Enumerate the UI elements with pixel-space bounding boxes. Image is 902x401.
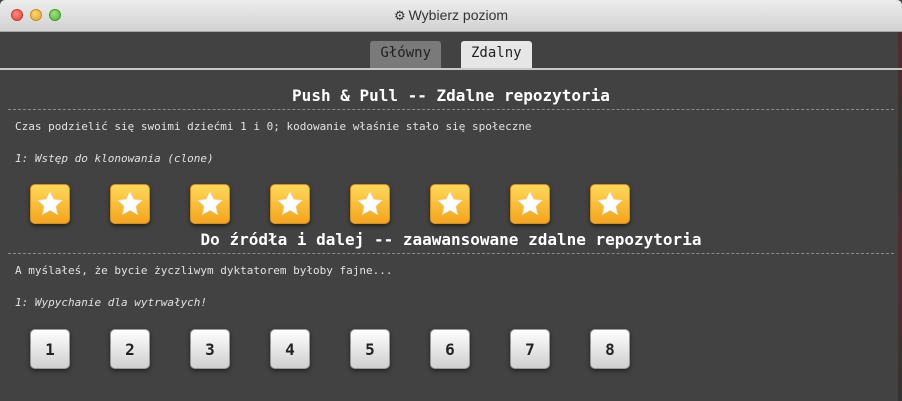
level-button-2[interactable]: 2 (110, 329, 150, 369)
section-subtitle: 1: Wypychanie dla wytrwałych! (15, 296, 208, 309)
star-icon (277, 191, 303, 215)
level-row-numbers: 12345678 (8, 309, 894, 369)
window-edge (898, 32, 902, 401)
star-icon (517, 191, 543, 215)
section-advanced-remote: Do źródła i dalej -- zaawansowane zdalne… (0, 226, 902, 369)
section-push-pull: Push & Pull -- Zdalne repozytoria Czas p… (0, 70, 902, 226)
level-button-star[interactable] (510, 184, 550, 224)
level-button-1[interactable]: 1 (30, 329, 70, 369)
star-icon (437, 191, 463, 215)
level-button-star[interactable] (350, 184, 390, 224)
level-button-star[interactable] (30, 184, 70, 224)
level-button-star[interactable] (270, 184, 310, 224)
level-button-8[interactable]: 8 (590, 329, 630, 369)
level-button-4[interactable]: 4 (270, 329, 310, 369)
level-row-stars (8, 165, 894, 226)
section-subtitle: 1: Wstęp do klonowania (clone) (15, 152, 214, 165)
level-button-star[interactable] (430, 184, 470, 224)
level-button-3[interactable]: 3 (190, 329, 230, 369)
level-select-window: ⚙ Wybierz poziom Główny Zdalny Push & Pul… (0, 0, 902, 401)
window-title: ⚙ Wybierz poziom (393, 7, 509, 23)
star-icon (597, 191, 623, 215)
section-title: Push & Pull -- Zdalne repozytoria (292, 86, 610, 105)
level-button-5[interactable]: 5 (350, 329, 390, 369)
section-description: A myślałeś, że bycie życzliwym dyktatore… (15, 264, 393, 277)
star-icon (37, 191, 63, 215)
level-button-star[interactable] (190, 184, 230, 224)
gear-icon: ⚙ (393, 8, 406, 23)
star-icon (357, 191, 383, 215)
star-icon (117, 191, 143, 215)
tab-remote[interactable]: Zdalny (461, 41, 532, 68)
level-button-star[interactable] (590, 184, 630, 224)
star-icon (197, 191, 223, 215)
section-title: Do źródła i dalej -- zaawansowane zdalne… (200, 230, 702, 249)
tab-main[interactable]: Główny (370, 41, 441, 68)
level-button-7[interactable]: 7 (510, 329, 550, 369)
level-button-6[interactable]: 6 (430, 329, 470, 369)
section-description: Czas podzielić się swoimi dziećmi 1 i 0;… (15, 120, 532, 133)
tab-bar: Główny Zdalny (0, 32, 902, 70)
title-bar: ⚙ Wybierz poziom (0, 0, 902, 32)
level-button-star[interactable] (110, 184, 150, 224)
